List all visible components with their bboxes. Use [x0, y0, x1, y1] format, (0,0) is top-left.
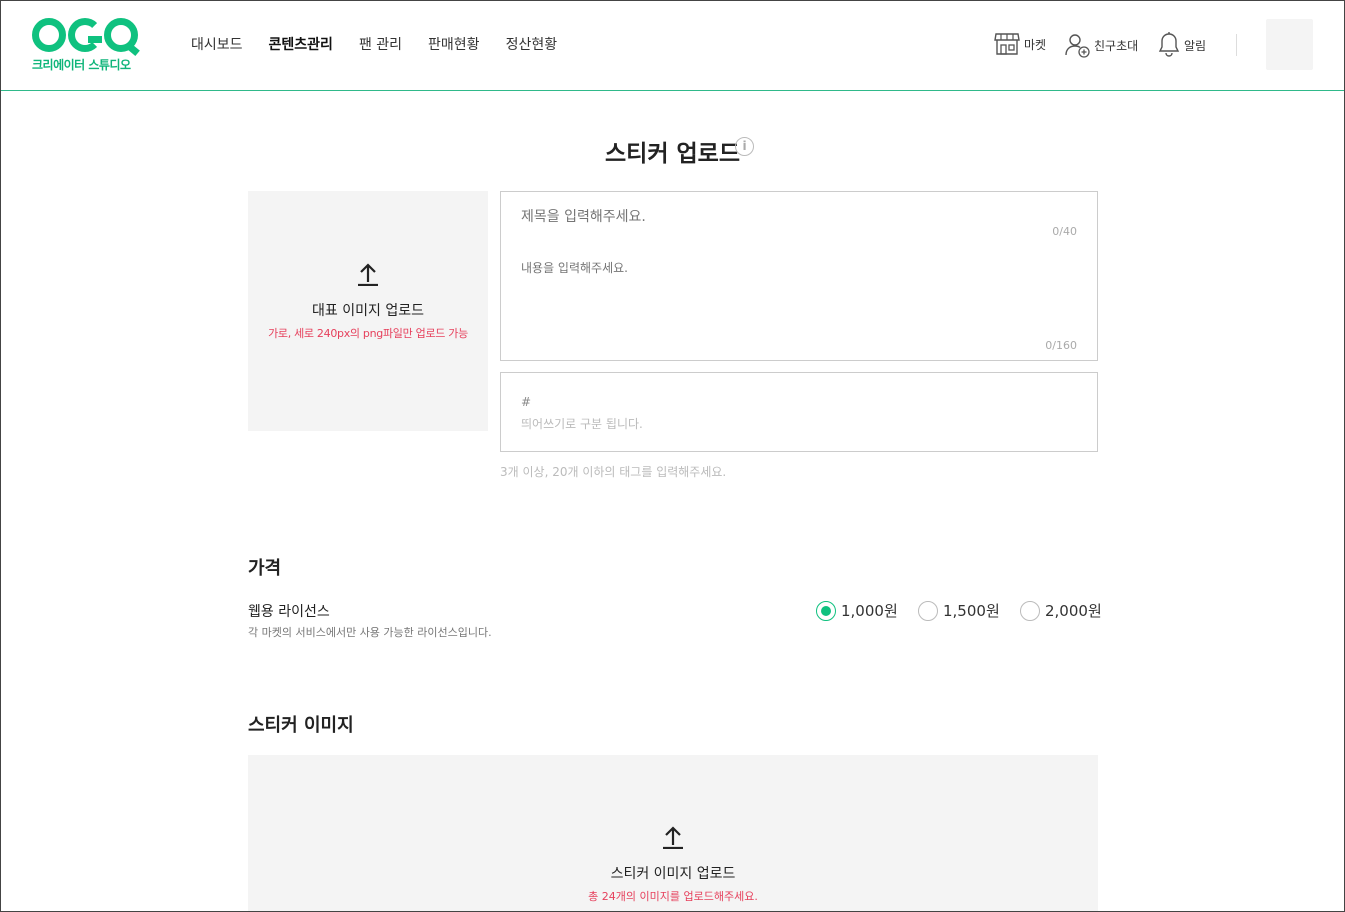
description-input[interactable] [521, 261, 1061, 275]
main-nav: 대시보드 콘텐츠관리 팬 관리 판매현황 정산현황 [191, 34, 583, 54]
title-description-box: 0/40 0/160 [500, 191, 1098, 361]
upload-arrow-icon [358, 263, 378, 286]
ogq-logo[interactable]: 크리에이터 스튜디오 [32, 18, 147, 74]
title-char-count: 0/40 [1052, 225, 1077, 238]
thumbnail-upload-label: 대표 이미지 업로드 [312, 303, 424, 319]
price-option-label: 2,000원 [1045, 602, 1102, 620]
radio-button[interactable] [918, 600, 938, 621]
nav-dashboard[interactable]: 대시보드 [191, 34, 243, 54]
user-avatar[interactable] [1266, 19, 1313, 70]
logo-mark-icon [32, 18, 147, 52]
price-option-1500[interactable]: 1,500원 [918, 600, 1000, 621]
price-section-title: 가격 [248, 558, 282, 579]
thumbnail-upload-hint: 가로, 세로 240px의 png파일만 업로드 가능 [268, 327, 468, 340]
web-license-name: 웹용 라이선스 [248, 604, 330, 620]
description-char-count: 0/160 [1045, 339, 1077, 352]
nav-fan-management[interactable]: 팬 관리 [359, 34, 402, 54]
notification-link[interactable]: 알림 [1158, 32, 1206, 58]
market-label: 마켓 [1024, 37, 1047, 52]
info-icon[interactable]: i [735, 137, 754, 156]
sticker-upload-hint: 총 24개의 이미지를 업로드해주세요. [588, 890, 758, 903]
upload-arrow-icon [663, 826, 683, 849]
tag-input-placeholder: 띄어쓰기로 구분 됩니다. [521, 417, 643, 431]
price-option-2000[interactable]: 2,000원 [1020, 600, 1102, 621]
price-option-label: 1,500원 [943, 602, 1000, 620]
price-option-label: 1,000원 [841, 602, 898, 620]
title-input[interactable] [521, 209, 1061, 225]
bell-icon [1158, 32, 1180, 57]
radio-button-checked[interactable] [816, 600, 836, 621]
logo-subtitle: 크리에이터 스튜디오 [32, 58, 131, 72]
sticker-image-section-title: 스티커 이미지 [248, 715, 354, 736]
thumbnail-upload-area[interactable]: 대표 이미지 업로드 가로, 세로 240px의 png파일만 업로드 가능 [248, 191, 488, 431]
header-divider [1236, 34, 1237, 56]
invite-label: 친구초대 [1094, 38, 1139, 53]
alarm-label: 알림 [1184, 38, 1207, 53]
tag-hint-text: 3개 이상, 20개 이하의 태그를 입력해주세요. [500, 465, 727, 479]
sticker-image-upload-area[interactable]: 스티커 이미지 업로드 총 24개의 이미지를 업로드해주세요. [248, 755, 1098, 912]
sticker-upload-label: 스티커 이미지 업로드 [610, 866, 736, 882]
radio-button[interactable] [1020, 600, 1040, 621]
price-option-1000[interactable]: 1,000원 [816, 600, 898, 621]
nav-content-management[interactable]: 콘텐츠관리 [269, 34, 333, 54]
page-title: 스티커 업로드 [605, 141, 740, 167]
top-header: 크리에이터 스튜디오 대시보드 콘텐츠관리 팬 관리 판매현황 정산현황 마켓 [0, 0, 1345, 91]
invite-friend-link[interactable]: 친구초대 [1064, 32, 1138, 58]
add-user-icon [1065, 34, 1090, 58]
nav-settlement-status[interactable]: 정산현황 [506, 34, 558, 54]
market-link[interactable]: 마켓 [994, 32, 1046, 56]
nav-sales-status[interactable]: 판매현황 [428, 34, 480, 54]
store-icon [994, 33, 1020, 55]
tag-input-box[interactable]: # 띄어쓰기로 구분 됩니다. [500, 372, 1098, 452]
web-license-description: 각 마켓의 서비스에서만 사용 가능한 라이선스입니다. [248, 626, 492, 639]
tag-hash-symbol: # [521, 395, 532, 409]
